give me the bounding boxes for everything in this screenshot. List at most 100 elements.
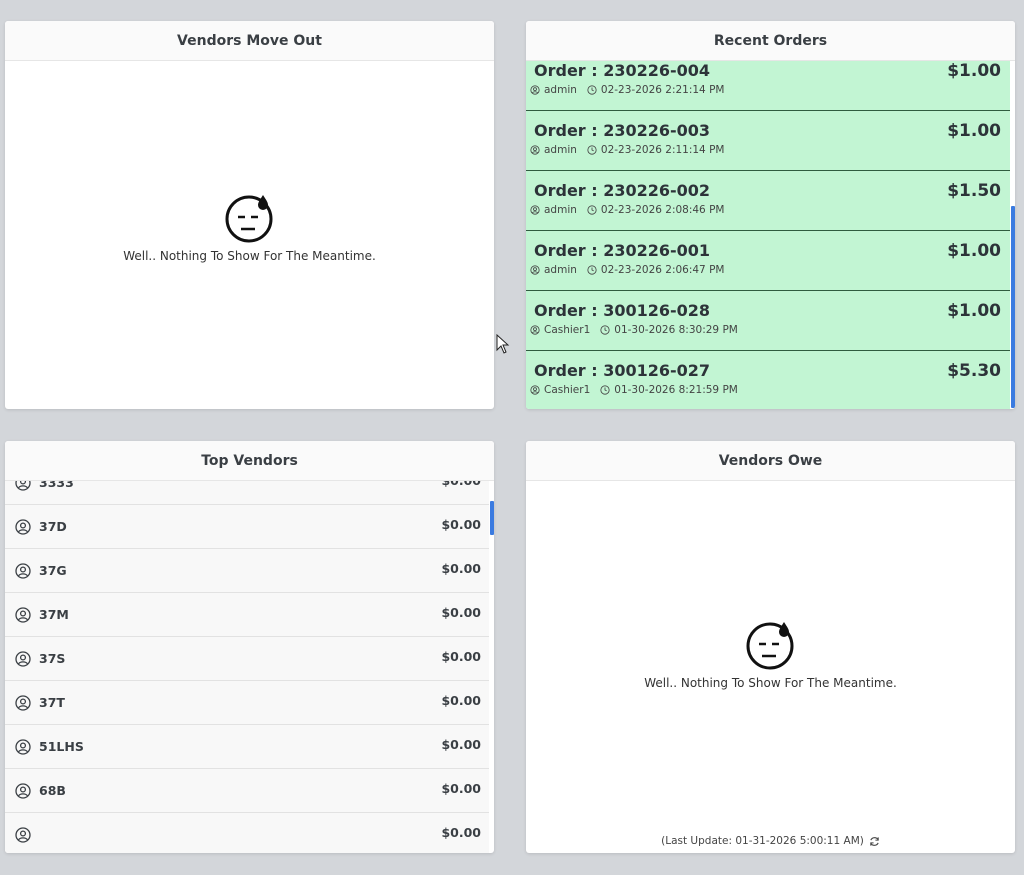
clock-icon <box>587 265 597 275</box>
vendor-amount: $0.00 <box>441 649 481 664</box>
vendor-name: 37S <box>39 651 66 666</box>
order-number: Order : 300126-028 <box>534 301 711 320</box>
clock-icon <box>587 85 597 95</box>
vendor-name: 51LHS <box>39 739 84 754</box>
vendors-list: 3333 $0.00 37D $0.00 37G $0.00 37M $0.00 37S $0.0… <box>5 481 489 853</box>
order-meta: admin 02-23-2026 2:21:14 PM <box>530 84 1002 96</box>
vendor-row[interactable]: 68B $0.00 <box>5 769 489 813</box>
vendor-name: 37T <box>39 695 65 710</box>
user-circle-icon <box>530 205 540 215</box>
order-amount: $1.00 <box>947 301 1001 321</box>
clock-icon <box>587 205 597 215</box>
order-user-name: Cashier1 <box>544 384 591 396</box>
vendor-amount: $0.00 <box>441 737 481 752</box>
empty-message: Well.. Nothing To Show For The Meantime. <box>123 249 376 263</box>
vendor-amount: $0.00 <box>441 561 481 576</box>
clock-icon <box>587 145 597 155</box>
last-update: (Last Update: 01-31-2026 5:00:11 AM) <box>526 835 1015 847</box>
order-time: 01-30-2026 8:21:59 PM <box>600 384 738 396</box>
refresh-icon[interactable] <box>869 836 880 847</box>
user-circle-icon <box>15 826 31 843</box>
order-meta: admin 02-23-2026 2:08:46 PM <box>530 204 1002 216</box>
vendor-row[interactable]: 51LHS $0.00 <box>5 725 489 769</box>
order-amount: $5.30 <box>947 361 1001 381</box>
order-amount: $1.00 <box>947 61 1001 81</box>
user-circle-icon <box>15 481 31 491</box>
vendors-move-out-title: Vendors Move Out <box>5 21 494 61</box>
empty-state: Well.. Nothing To Show For The Meantime. <box>5 193 494 263</box>
order-user: Cashier1 <box>530 384 590 396</box>
order-user-name: Cashier1 <box>544 324 591 336</box>
order-item[interactable]: Order : 230226-002 $1.50 admin 02-23-2026 2… <box>526 171 1010 231</box>
recent-orders-panel: Recent Orders Order : 230226-004 $1.00 adm… <box>526 21 1015 409</box>
order-number: Order : 300126-027 <box>534 361 711 380</box>
vendor-name: 37G <box>39 563 67 578</box>
orders-scrollbar[interactable] <box>1011 206 1015 408</box>
vendors-owe-title: Vendors Owe <box>526 441 1015 481</box>
vendor-amount: $0.00 <box>441 481 481 488</box>
vendor-row[interactable]: 37T $0.00 <box>5 681 489 725</box>
order-meta: admin 02-23-2026 2:06:47 PM <box>530 264 1002 276</box>
order-timestamp: 02-23-2026 2:08:46 PM <box>600 204 725 216</box>
order-user-name: admin <box>544 264 577 276</box>
vendor-amount: $0.00 <box>441 605 481 620</box>
order-item[interactable]: Order : 230226-004 $1.00 admin 02-23-2026 2… <box>526 61 1010 111</box>
order-number: Order : 230226-003 <box>534 121 711 140</box>
vendor-name: 3333 <box>39 481 74 490</box>
order-time: 02-23-2026 2:06:47 PM <box>587 264 725 276</box>
user-circle-icon <box>15 738 31 755</box>
sweat-face-icon <box>746 622 793 670</box>
vendor-row[interactable]: 37M $0.00 <box>5 593 489 637</box>
vendor-row[interactable]: 37G $0.00 <box>5 549 489 593</box>
order-time: 01-30-2026 8:30:29 PM <box>600 324 738 336</box>
user-circle-icon <box>530 325 540 335</box>
recent-orders-title: Recent Orders <box>526 21 1015 61</box>
order-user: admin <box>530 264 577 276</box>
order-user: admin <box>530 144 577 156</box>
order-time: 02-23-2026 2:21:14 PM <box>587 84 724 96</box>
vendor-row[interactable]: 37S $0.00 <box>5 637 489 681</box>
order-time: 02-23-2026 2:11:14 PM <box>587 144 724 156</box>
order-item[interactable]: Order : 300126-028 $1.00 Cashier1 01-30-202… <box>526 291 1010 351</box>
order-item[interactable]: Order : 230226-001 $1.00 admin 02-23-2026 2… <box>526 231 1010 291</box>
order-meta: Cashier1 01-30-2026 8:21:59 PM <box>530 384 1002 396</box>
vendor-row[interactable]: 3333 $0.00 <box>5 481 489 505</box>
orders-list: Order : 230226-004 $1.00 admin 02-23-2026 2… <box>526 61 1010 409</box>
vendor-name: 68B <box>39 783 66 798</box>
last-update-text: (Last Update: 01-31-2026 5:00:11 AM) <box>661 835 864 847</box>
user-circle-icon <box>530 145 540 155</box>
order-time: 02-23-2026 2:08:46 PM <box>587 204 725 216</box>
vendors-scrollbar[interactable] <box>490 501 494 535</box>
vendor-row[interactable]: $0.00 <box>5 813 489 853</box>
order-meta: admin 02-23-2026 2:11:14 PM <box>530 144 1002 156</box>
order-number: Order : 230226-004 <box>534 61 711 80</box>
vendors-scroll-area[interactable]: 3333 $0.00 37D $0.00 37G $0.00 37M $0.00 37S $0.0… <box>5 481 494 853</box>
order-user: admin <box>530 84 577 96</box>
mouse-cursor-icon <box>496 334 510 354</box>
user-circle-icon <box>15 782 31 799</box>
vendor-row[interactable]: 37D $0.00 <box>5 505 489 549</box>
orders-scroll-area[interactable]: Order : 230226-004 $1.00 admin 02-23-2026 2… <box>526 61 1015 409</box>
user-circle-icon <box>15 694 31 711</box>
order-item[interactable]: Order : 300126-027 $5.30 Cashier1 01-30-202… <box>526 351 1010 409</box>
order-timestamp: 02-23-2026 2:06:47 PM <box>600 264 725 276</box>
vendors-move-out-panel: Vendors Move Out Well.. Nothing To Show … <box>5 21 494 409</box>
order-amount: $1.50 <box>947 181 1001 201</box>
user-circle-icon <box>530 85 540 95</box>
user-circle-icon <box>530 265 540 275</box>
order-user-name: admin <box>544 144 577 156</box>
order-user-name: admin <box>544 84 577 96</box>
order-amount: $1.00 <box>947 241 1001 261</box>
order-timestamp: 01-30-2026 8:21:59 PM <box>614 384 738 396</box>
vendor-amount: $0.00 <box>441 825 481 840</box>
user-circle-icon <box>15 518 31 535</box>
empty-message: Well.. Nothing To Show For The Meantime. <box>644 676 897 690</box>
order-meta: Cashier1 01-30-2026 8:30:29 PM <box>530 324 1002 336</box>
user-circle-icon <box>530 385 540 395</box>
vendors-owe-panel: Vendors Owe Well.. Nothing To Show For T… <box>526 441 1015 853</box>
order-number: Order : 230226-002 <box>534 181 711 200</box>
order-amount: $1.00 <box>947 121 1001 141</box>
user-circle-icon <box>15 606 31 623</box>
order-item[interactable]: Order : 230226-003 $1.00 admin 02-23-2026 2… <box>526 111 1010 171</box>
vendor-amount: $0.00 <box>441 693 481 708</box>
